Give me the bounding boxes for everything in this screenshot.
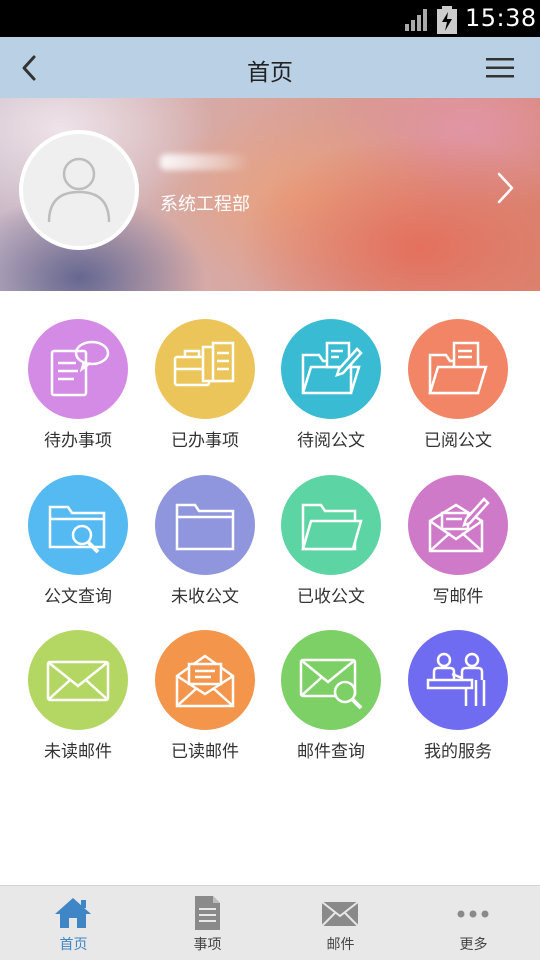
tile-doc-search[interactable]: 公文查询: [13, 475, 143, 615]
mail-search-circle: [281, 630, 381, 730]
folder-search-icon: [48, 505, 106, 554]
tile-label: 已读邮件: [171, 742, 239, 762]
tile-label: 已收公文: [297, 587, 365, 607]
tile-pending-docs[interactable]: 待阅公文: [266, 319, 396, 459]
envelope-icon: [321, 901, 359, 927]
service-desk-icon: [426, 652, 486, 706]
tile-label: 邮件查询: [297, 742, 365, 762]
folder-open-icon: [301, 503, 363, 551]
home-icon: [55, 898, 91, 928]
document-icon: [195, 896, 220, 930]
tile-label: 未收公文: [171, 587, 239, 607]
tab-mail[interactable]: 邮件: [273, 886, 408, 961]
tab-label: 首页: [59, 937, 88, 953]
more-dots-icon: [457, 910, 489, 918]
read-mail-circle: [155, 630, 255, 730]
tab-label: 邮件: [326, 937, 355, 953]
user-avatar-icon: [47, 157, 111, 223]
tile-label: 公文查询: [44, 587, 112, 607]
tile-label: 待阅公文: [297, 431, 365, 451]
tile-label: 待办事项: [44, 431, 112, 451]
bottom-tab-bar: 首页 事项 邮件 更多: [0, 885, 540, 960]
hamburger-menu-icon[interactable]: [484, 55, 518, 81]
tile-label: 写邮件: [432, 587, 484, 607]
tile-label: 已办事项: [171, 431, 239, 451]
unread-mail-circle: [28, 630, 128, 730]
tile-write-mail[interactable]: 写邮件: [393, 475, 523, 615]
write-mail-circle: [408, 475, 508, 575]
username-redacted: [160, 154, 250, 170]
page-title: 首页: [247, 60, 293, 86]
folder-document-icon: [428, 341, 488, 395]
tile-label: 我的服务: [424, 742, 492, 762]
tile-received-docs[interactable]: 已收公文: [266, 475, 396, 615]
tile-label: 已阅公文: [424, 431, 492, 451]
status-bar: 15:38: [0, 0, 540, 37]
done-circle: [155, 319, 255, 419]
briefcase-documents-icon: [173, 341, 235, 387]
status-time: 15:38: [465, 4, 537, 32]
tile-todo[interactable]: 待办事项: [13, 319, 143, 459]
doc-search-circle: [28, 475, 128, 575]
read-docs-circle: [408, 319, 508, 419]
tile-my-services[interactable]: 我的服务: [393, 630, 523, 770]
chevron-right-icon[interactable]: [494, 170, 516, 206]
nav-bar: 首页: [0, 37, 540, 98]
mail-write-icon: [428, 497, 490, 553]
tile-unread-mail[interactable]: 未读邮件: [13, 630, 143, 770]
unreceived-docs-circle: [155, 475, 255, 575]
envelope-open-icon: [175, 654, 235, 708]
tile-read-mail[interactable]: 已读邮件: [140, 630, 270, 770]
mail-search-icon: [299, 658, 363, 710]
tab-items[interactable]: 事项: [140, 886, 275, 961]
feature-grid: 待办事项 已办事项 待阅公文 已阅公文 公文查询 未收公文 已收公文 写邮件 未…: [0, 291, 540, 885]
received-docs-circle: [281, 475, 381, 575]
tile-label: 未读邮件: [44, 742, 112, 762]
signal-icon: [405, 9, 427, 31]
my-services-circle: [408, 630, 508, 730]
tab-label: 更多: [459, 937, 488, 953]
todo-circle: [28, 319, 128, 419]
folder-icon: [175, 503, 235, 551]
battery-charging-icon: [437, 6, 457, 34]
tile-unreceived-docs[interactable]: 未收公文: [140, 475, 270, 615]
pending-docs-circle: [281, 319, 381, 419]
tab-label: 事项: [193, 937, 222, 953]
tab-more[interactable]: 更多: [406, 886, 540, 961]
envelope-icon: [46, 660, 110, 702]
tab-home[interactable]: 首页: [6, 886, 141, 961]
tile-read-docs[interactable]: 已阅公文: [393, 319, 523, 459]
tile-done[interactable]: 已办事项: [140, 319, 270, 459]
tile-mail-search[interactable]: 邮件查询: [266, 630, 396, 770]
todo-document-icon: [50, 340, 110, 397]
folder-edit-icon: [301, 341, 363, 395]
department-label: 系统工程部: [160, 194, 250, 215]
avatar[interactable]: [19, 130, 139, 250]
